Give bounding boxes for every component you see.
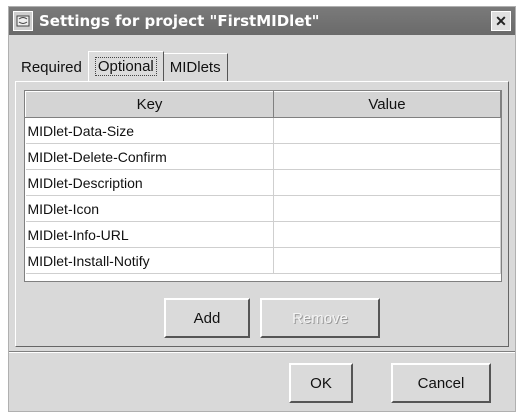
- key-cell[interactable]: MIDlet-Description: [25, 169, 274, 196]
- remove-button[interactable]: Remove: [260, 298, 380, 338]
- table-row[interactable]: MIDlet-Data-Size: [25, 117, 501, 144]
- value-cell[interactable]: [273, 221, 501, 248]
- tab-label: Optional: [94, 57, 157, 76]
- ok-button[interactable]: OK: [289, 363, 353, 403]
- column-header-value[interactable]: Value: [273, 91, 501, 118]
- title-bar[interactable]: Settings for project "FirstMIDlet" ✕: [9, 7, 515, 35]
- tab-optional[interactable]: Optional: [87, 51, 164, 81]
- tab-label: MIDlets: [169, 59, 221, 76]
- divider: [9, 351, 515, 353]
- table-row[interactable]: MIDlet-Delete-Confirm: [25, 143, 501, 170]
- key-cell[interactable]: MIDlet-Data-Size: [25, 117, 274, 144]
- tab-required[interactable]: Required: [15, 53, 88, 81]
- tab-label: Required: [21, 58, 82, 76]
- table-row[interactable]: MIDlet-Icon: [25, 195, 501, 222]
- value-cell[interactable]: [273, 143, 501, 170]
- value-cell[interactable]: [273, 169, 501, 196]
- tab-midlets[interactable]: MIDlets: [163, 53, 228, 81]
- column-header-key[interactable]: Key: [25, 91, 274, 118]
- table-header-row: Key Value: [25, 91, 501, 118]
- table-row[interactable]: MIDlet-Description: [25, 169, 501, 196]
- cancel-button[interactable]: Cancel: [391, 363, 491, 403]
- key-cell[interactable]: MIDlet-Info-URL: [25, 221, 274, 248]
- key-cell[interactable]: MIDlet-Delete-Confirm: [25, 143, 274, 170]
- key-cell[interactable]: MIDlet-Icon: [25, 195, 274, 222]
- close-icon[interactable]: ✕: [491, 11, 511, 31]
- window-app-icon: [13, 11, 33, 31]
- window-title: Settings for project "FirstMIDlet": [39, 12, 320, 30]
- key-cell[interactable]: MIDlet-Install-Notify: [25, 247, 274, 274]
- value-cell[interactable]: [273, 195, 501, 222]
- add-button[interactable]: Add: [164, 298, 250, 338]
- value-cell[interactable]: [273, 247, 501, 274]
- tab-strip: Required Optional MIDlets: [15, 51, 228, 81]
- optional-panel: Key Value MIDlet-Data-Size MIDlet-Delete…: [15, 81, 509, 347]
- settings-dialog: Settings for project "FirstMIDlet" ✕ Req…: [8, 6, 516, 412]
- attributes-table[interactable]: Key Value MIDlet-Data-Size MIDlet-Delete…: [24, 90, 502, 282]
- value-cell[interactable]: [273, 117, 501, 144]
- table-row[interactable]: MIDlet-Info-URL: [25, 221, 501, 248]
- table-row[interactable]: MIDlet-Install-Notify: [25, 247, 501, 274]
